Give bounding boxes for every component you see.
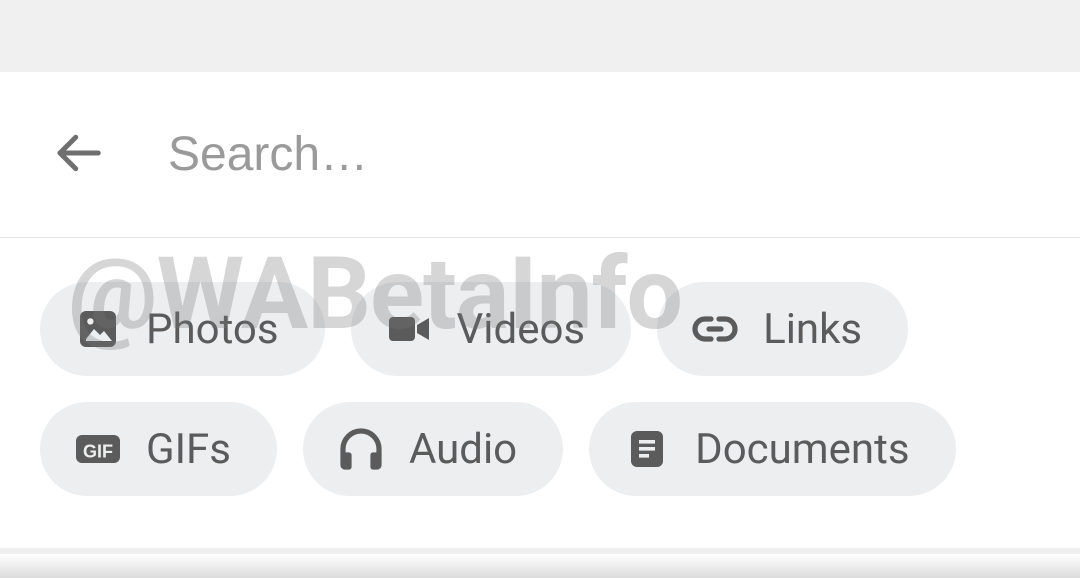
filter-chip-label: Videos <box>457 305 586 354</box>
search-bar-container <box>0 72 1080 238</box>
filter-chip-label: Documents <box>695 425 909 474</box>
filter-chip-row: GIF GIFs Audio <box>40 402 1040 496</box>
filter-chip-videos[interactable]: Videos <box>351 282 632 376</box>
filter-chip-links[interactable]: Links <box>657 282 908 376</box>
filter-chip-label: GIFs <box>146 425 231 474</box>
bottom-shadow <box>0 554 1080 578</box>
filter-chip-gifs[interactable]: GIF GIFs <box>40 402 277 496</box>
video-icon <box>385 305 433 353</box>
link-icon <box>691 305 739 353</box>
filter-chip-label: Audio <box>409 425 517 474</box>
document-icon <box>623 425 671 473</box>
back-button[interactable] <box>48 125 108 185</box>
filter-chip-photos[interactable]: Photos <box>40 282 325 376</box>
filter-chip-label: Photos <box>146 305 279 354</box>
svg-text:GIF: GIF <box>83 441 113 461</box>
photo-icon <box>74 305 122 353</box>
arrow-left-icon <box>51 126 105 184</box>
headphones-icon <box>337 425 385 473</box>
filter-chips-area: Photos Videos Links <box>0 238 1080 548</box>
filter-chip-audio[interactable]: Audio <box>303 402 563 496</box>
search-input[interactable] <box>168 127 1080 182</box>
gif-icon: GIF <box>74 425 122 473</box>
filter-chip-documents[interactable]: Documents <box>589 402 955 496</box>
filter-chip-row: Photos Videos Links <box>40 282 1040 376</box>
filter-chip-label: Links <box>763 305 862 354</box>
status-bar <box>0 0 1080 72</box>
